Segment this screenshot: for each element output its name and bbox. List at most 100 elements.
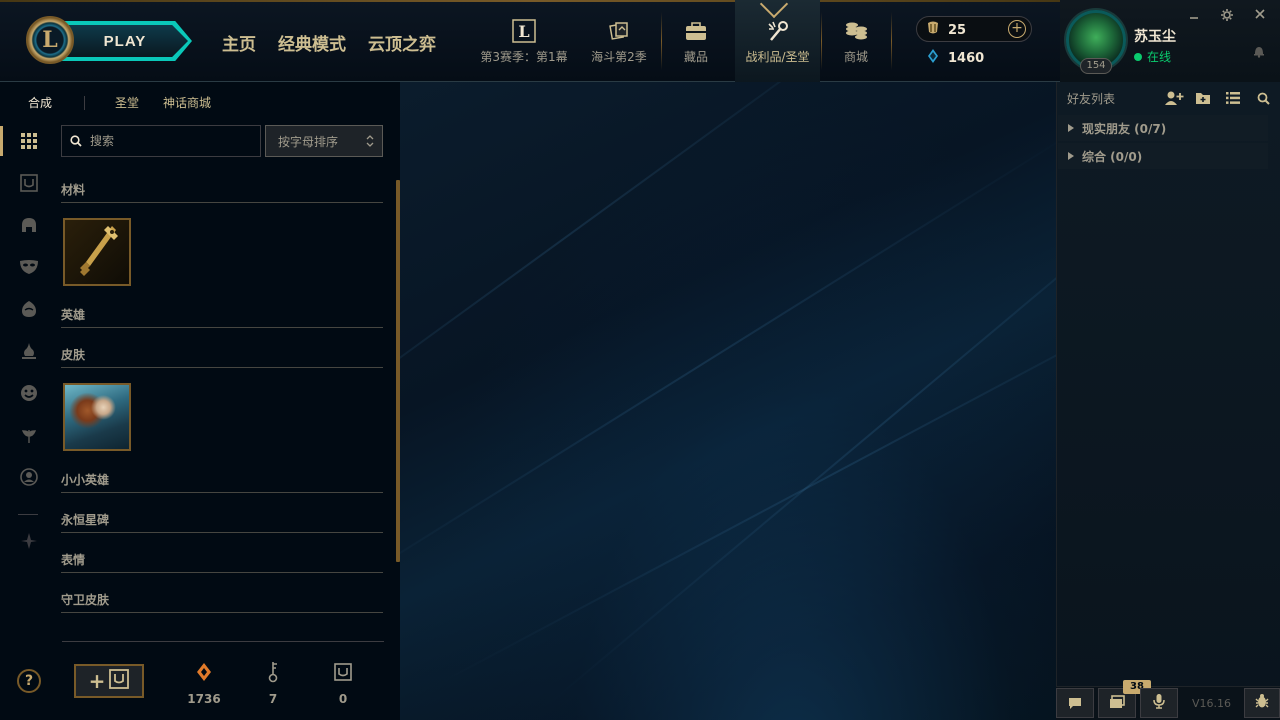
caret-right-icon <box>1068 149 1074 163</box>
filter-other-icon[interactable] <box>10 522 48 560</box>
microphone-icon <box>1153 693 1165 713</box>
nav-store-label: 商城 <box>843 49 868 64</box>
season-l-icon: L <box>512 18 536 44</box>
settings-gear-icon[interactable] <box>1220 8 1234 26</box>
nav-tft[interactable]: 云顶之弈 <box>368 30 436 55</box>
search-friends-icon[interactable] <box>1257 89 1270 107</box>
tab-sanctum[interactable]: 圣堂 <box>115 94 139 111</box>
league-logo[interactable]: L <box>26 16 74 64</box>
nav-season[interactable]: L 第3赛季：第1幕 <box>476 0 572 82</box>
orange-essence-value: 1736 <box>187 692 221 706</box>
play-button[interactable]: PLAY <box>56 25 188 57</box>
battlepass-icon <box>608 18 630 44</box>
tab-divider <box>84 95 86 110</box>
topbar-divider <box>891 12 892 70</box>
notifications-icon <box>1109 694 1125 713</box>
close-icon[interactable] <box>1254 8 1266 24</box>
bottom-divider <box>62 641 384 642</box>
store-icon <box>843 18 869 44</box>
filter-eternal-flame-icon[interactable] <box>10 332 48 370</box>
sort-label: 按字母排序 <box>278 134 339 149</box>
help-button[interactable]: ? <box>17 669 41 693</box>
category-title: 小小英雄 <box>61 473 110 487</box>
friend-group-general[interactable]: 综合 (0/0) <box>1058 143 1268 169</box>
main-nav: 主页 经典模式 云顶之弈 <box>222 30 458 55</box>
loot-item-hextech-key[interactable] <box>63 218 131 286</box>
nav-battlepass-label: 海斗第2季 <box>591 49 647 64</box>
nav-home[interactable]: 主页 <box>222 30 256 55</box>
blue-essence-icon <box>926 48 940 68</box>
loot-item-skin-shard[interactable] <box>63 383 131 451</box>
online-status[interactable]: 在线 <box>1134 48 1171 65</box>
bug-icon <box>1255 693 1269 713</box>
online-dot-icon <box>1134 52 1142 61</box>
add-friend-icon[interactable] <box>1164 89 1184 107</box>
filter-little-legend-icon[interactable] <box>10 290 48 328</box>
nav-collection[interactable]: 藏品 <box>668 0 724 82</box>
filter-champion-helmet-icon[interactable] <box>10 206 48 244</box>
filter-profile-icon[interactable] <box>10 458 48 496</box>
list-view-icon[interactable] <box>1226 89 1240 107</box>
friend-group-label: 现实朋友 (0/7) <box>1082 121 1167 136</box>
add-folder-icon[interactable] <box>1195 89 1211 107</box>
search-box[interactable] <box>61 125 261 157</box>
key-icon <box>248 660 298 684</box>
loot-workspace <box>400 82 1056 720</box>
category-little-legends[interactable]: 小小英雄 <box>61 469 383 493</box>
chat-bubble-icon <box>1068 694 1082 713</box>
friend-group-irl[interactable]: 现实朋友 (0/7) <box>1058 115 1268 141</box>
level-badge: 154 <box>1080 58 1112 74</box>
category-title: 皮肤 <box>61 348 86 362</box>
buy-rp-button[interactable]: + <box>1008 20 1026 38</box>
chest-counter: 0 <box>318 660 368 706</box>
svg-text:L: L <box>518 22 529 41</box>
nav-loot-label: 战利品/圣堂 <box>745 49 810 64</box>
voice-button[interactable] <box>1140 688 1178 718</box>
rp-balance: 25 <box>926 20 966 40</box>
friends-title: 好友列表 <box>1067 92 1116 106</box>
chat-button[interactable] <box>1056 688 1094 718</box>
friends-panel <box>1056 82 1280 720</box>
side-divider <box>18 514 38 515</box>
category-eternals[interactable]: 永恒星碑 <box>61 509 383 533</box>
add-chest-plus: + <box>88 669 106 693</box>
topbar-divider <box>821 12 822 70</box>
status-label: 在线 <box>1147 50 1172 64</box>
collection-icon <box>684 18 708 44</box>
category-title: 永恒星碑 <box>61 513 110 527</box>
filter-emote-icon[interactable] <box>10 374 48 412</box>
sort-select[interactable]: 按字母排序 <box>265 125 383 157</box>
report-bug-button[interactable] <box>1244 688 1280 718</box>
category-title: 守卫皮肤 <box>61 593 110 607</box>
be-value: 1460 <box>948 50 985 66</box>
nav-classic-mode[interactable]: 经典模式 <box>278 30 346 55</box>
tab-craft[interactable]: 合成 <box>28 94 52 111</box>
sort-chevrons-icon <box>366 132 374 151</box>
play-button-label: PLAY <box>103 32 147 50</box>
key-value: 7 <box>268 692 278 706</box>
category-skins[interactable]: 皮肤 <box>61 344 383 368</box>
filter-chest-icon[interactable] <box>10 164 48 202</box>
nav-store[interactable]: 商城 <box>828 0 884 82</box>
category-emotes[interactable]: 表情 <box>61 549 383 573</box>
filter-all-icon[interactable] <box>0 122 48 160</box>
be-balance: 1460 <box>926 48 984 68</box>
search-icon <box>70 132 82 151</box>
loot-tabs: 合成 圣堂 神话商城 <box>28 94 211 111</box>
category-materials[interactable]: 材料 <box>61 179 383 203</box>
topbar-divider <box>661 12 662 70</box>
username[interactable]: 苏玉尘 <box>1134 26 1176 46</box>
nav-battlepass[interactable]: 海斗第2季 <box>582 0 656 82</box>
filter-ward-icon[interactable] <box>10 416 48 454</box>
category-champions[interactable]: 英雄 <box>61 304 383 328</box>
filter-skin-mask-icon[interactable] <box>10 248 48 286</box>
notification-bell-icon[interactable] <box>1253 44 1265 62</box>
minimize-icon[interactable] <box>1188 8 1200 24</box>
orange-essence-counter: 1736 <box>179 660 229 706</box>
background-streak <box>400 125 1056 604</box>
category-ward-skins[interactable]: 守卫皮肤 <box>61 589 383 613</box>
add-chest-button[interactable]: + <box>74 664 144 698</box>
rp-icon <box>926 20 940 40</box>
search-input[interactable] <box>90 134 250 148</box>
tab-mythic-shop[interactable]: 神话商城 <box>163 94 211 111</box>
